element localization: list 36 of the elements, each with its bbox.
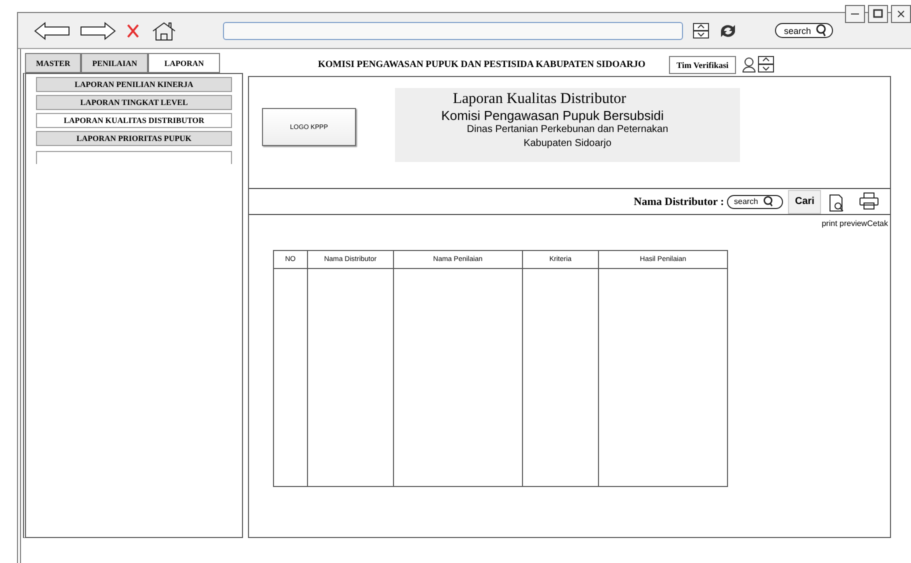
user-icon[interactable] bbox=[742, 56, 756, 72]
user-button[interactable]: Tim Verifikasi bbox=[669, 56, 736, 74]
tab[interactable]: MASTER bbox=[25, 53, 82, 73]
sidebar-item[interactable]: LAPORAN PENILIAN KINERJA bbox=[36, 77, 232, 92]
spinner-icon[interactable] bbox=[693, 22, 709, 38]
list-field[interactable] bbox=[36, 151, 232, 164]
close-icon[interactable] bbox=[126, 22, 140, 38]
maximize-icon[interactable] bbox=[868, 5, 888, 23]
report-line: Kabupaten Sidoarjo bbox=[524, 137, 612, 151]
search-field[interactable]: search bbox=[775, 23, 833, 38]
refresh-icon[interactable] bbox=[719, 22, 737, 38]
address-field[interactable] bbox=[223, 22, 683, 40]
forward-arrow-icon[interactable] bbox=[80, 22, 116, 40]
tab[interactable]: PENILAIAN bbox=[81, 53, 148, 73]
report-subtitle: Komisi Pengawasan Pupuk Bersubsidi bbox=[441, 108, 664, 123]
search-icon[interactable] bbox=[815, 24, 828, 37]
sidebar-item[interactable]: LAPORAN TINGKAT LEVEL bbox=[36, 95, 232, 110]
sidebar-item[interactable]: LAPORAN KUALITAS DISTRIBUTOR bbox=[36, 113, 232, 128]
report-line: Dinas Pertanian Perkebunan dan Peternakan bbox=[466, 123, 668, 137]
spinner-icon[interactable] bbox=[758, 56, 774, 73]
tab[interactable]: LAPORAN bbox=[148, 53, 220, 73]
sidebar-item[interactable]: LAPORAN PRIORITAS PUPUK bbox=[36, 131, 232, 146]
search-icon[interactable] bbox=[763, 196, 774, 207]
page-title: KOMISI PENGAWASAN PUPUK DAN PESTISIDA KABUPATEN SIDOARJO bbox=[318, 60, 646, 70]
back-arrow-icon[interactable] bbox=[34, 22, 70, 40]
minimize-icon[interactable] bbox=[845, 5, 865, 23]
home-icon[interactable] bbox=[150, 20, 178, 40]
search-button[interactable]: Cari bbox=[788, 190, 821, 214]
printer-icon[interactable] bbox=[859, 192, 879, 210]
document-magnifier-icon[interactable] bbox=[829, 192, 845, 212]
report-title: Laporan Kualitas Distributor bbox=[452, 91, 626, 108]
filter-label: Nama Distributor : bbox=[634, 196, 724, 208]
action-label: print preview bbox=[822, 219, 868, 228]
close-icon[interactable] bbox=[891, 5, 911, 23]
action-label: Cetak bbox=[867, 219, 888, 228]
search-field[interactable]: search bbox=[727, 194, 783, 208]
